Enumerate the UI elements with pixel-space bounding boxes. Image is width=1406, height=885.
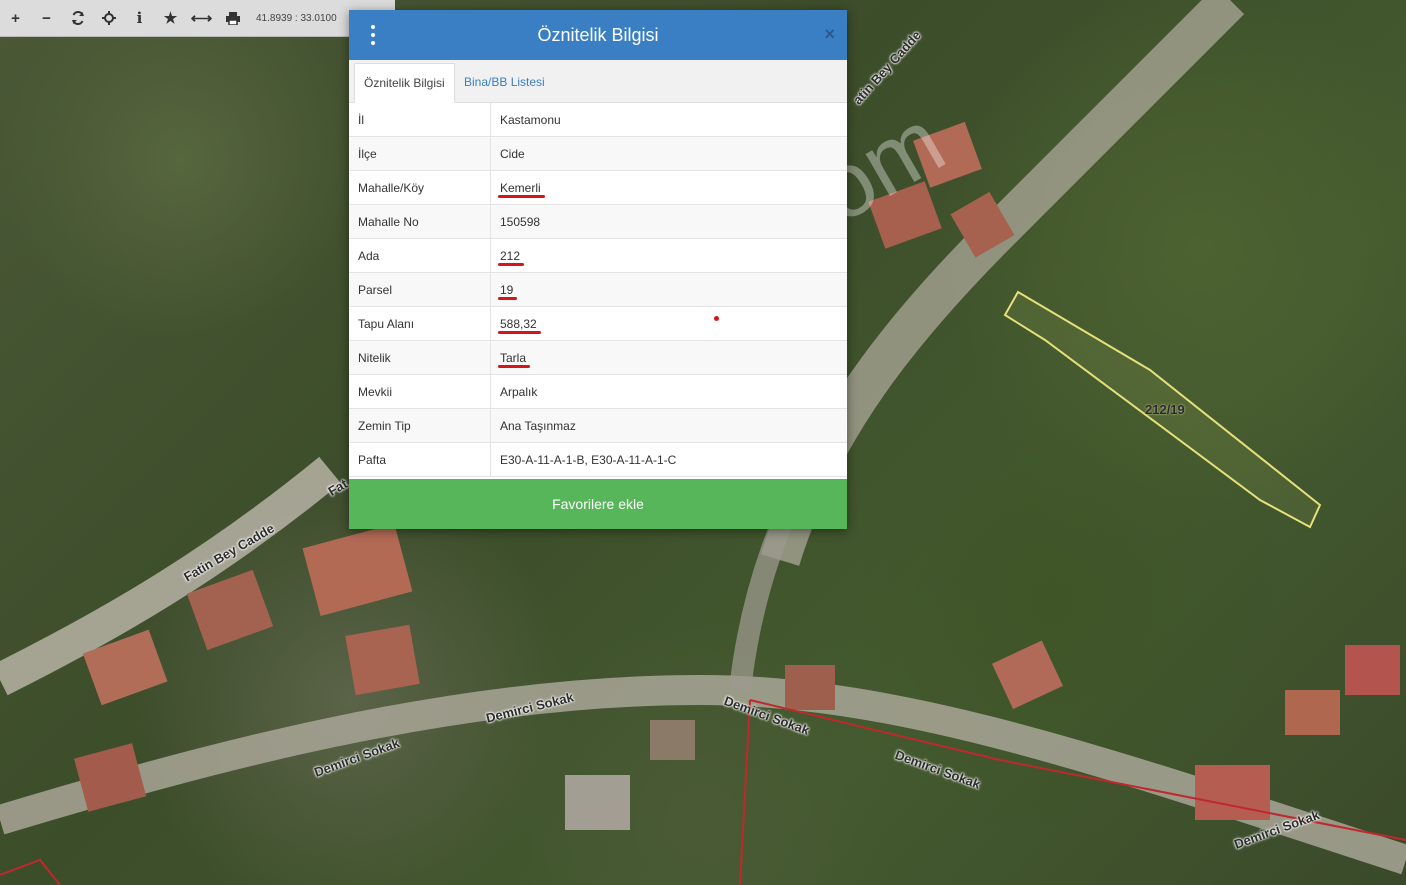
refresh-icon — [71, 11, 84, 25]
attribute-value-cell: Ana Taşınmaz — [490, 408, 847, 443]
zoom-out-button[interactable]: − — [31, 0, 62, 36]
attribute-value: 588,32 — [500, 316, 537, 331]
attribute-key: Mahalle/Köy — [349, 170, 491, 205]
info-icon: i — [136, 9, 143, 27]
attribute-key: Nitelik — [349, 340, 491, 375]
attribute-value-cell: Kemerli — [490, 170, 847, 205]
attribute-value-cell: Kastamonu — [490, 103, 847, 137]
parcel-label[interactable]: 212/19 — [1145, 402, 1185, 417]
table-row: İlçe Cide — [349, 136, 847, 171]
dialog-header: Öznitelik Bilgisi × — [349, 10, 847, 60]
table-row: Pafta E30-A-11-A-1-B, E30-A-11-A-1-C — [349, 442, 847, 477]
red-underline-mark — [498, 263, 524, 266]
table-row: Mahalle/Köy Kemerli — [349, 170, 847, 205]
coordinate-readout: 41.8939 : 33.0100 — [256, 12, 337, 24]
menu-kebab-icon[interactable] — [369, 25, 377, 45]
attribute-key: Zemin Tip — [349, 408, 491, 443]
attribute-value: Arpalık — [500, 384, 538, 399]
table-row: Tapu Alanı 588,32 — [349, 306, 847, 341]
red-underline-mark — [498, 297, 517, 300]
table-row: Mevkii Arpalık — [349, 374, 847, 409]
star-icon: ★ — [163, 10, 178, 27]
favorite-button[interactable]: ★ — [155, 0, 186, 36]
attribute-value: 150598 — [500, 214, 541, 229]
attribute-key: Parsel — [349, 272, 491, 307]
attribute-value: Kastamonu — [500, 112, 561, 127]
attribute-value-cell: Cide — [490, 136, 847, 171]
map-toolbar: + − i ★ ⟷ 41.8939 : 33.0100 — [0, 0, 395, 37]
attribute-value: 212 — [500, 248, 521, 263]
attribute-value: E30-A-11-A-1-B, E30-A-11-A-1-C — [500, 452, 677, 467]
attribute-key: İlçe — [349, 136, 491, 171]
print-button[interactable] — [217, 0, 248, 36]
attribute-info-dialog: Öznitelik Bilgisi × Öznitelik Bilgisi Bi… — [349, 10, 847, 529]
zoom-in-button[interactable]: + — [0, 0, 31, 36]
red-underline-mark — [498, 331, 541, 334]
info-button[interactable]: i — [124, 0, 155, 36]
attribute-value: Cide — [500, 146, 525, 161]
attribute-value-cell: 150598 — [490, 204, 847, 239]
attribute-key: Mevkii — [349, 374, 491, 409]
minus-icon: − — [42, 9, 51, 27]
attribute-key: Ada — [349, 238, 491, 273]
tab-building-list[interactable]: Bina/BB Listesi — [455, 63, 554, 101]
attribute-value-cell: 212 — [490, 238, 847, 273]
attribute-value-cell: 588,32 — [490, 306, 847, 341]
table-row: Zemin Tip Ana Taşınmaz — [349, 408, 847, 443]
attribute-key: Mahalle No — [349, 204, 491, 239]
table-row: İl Kastamonu — [349, 103, 847, 137]
table-row: Ada 212 — [349, 238, 847, 273]
red-underline-mark — [498, 195, 545, 198]
red-underline-mark — [498, 365, 530, 368]
attribute-value-cell: 19 — [490, 272, 847, 307]
measure-button[interactable]: ⟷ — [186, 0, 217, 36]
attribute-table: İl Kastamonu İlçe Cide Mahalle/Köy Kemerli Mah… — [349, 103, 847, 477]
table-row: Nitelik Tarla — [349, 340, 847, 375]
crosshair-icon — [101, 11, 116, 25]
attribute-value: Tarla — [500, 350, 527, 365]
add-to-favorites-button[interactable]: Favorilere ekle — [349, 479, 847, 529]
table-row: Parsel 19 — [349, 272, 847, 307]
table-row: Mahalle No 150598 — [349, 204, 847, 239]
plus-icon: + — [11, 9, 20, 27]
printer-icon — [225, 11, 240, 25]
tab-attribute-info[interactable]: Öznitelik Bilgisi — [354, 63, 455, 103]
attribute-key: Pafta — [349, 442, 491, 477]
dialog-tabs: Öznitelik Bilgisi Bina/BB Listesi — [349, 60, 847, 103]
attribute-value-cell: Tarla — [490, 340, 847, 375]
attribute-key: İl — [349, 103, 491, 137]
crosshair-button[interactable] — [93, 0, 124, 36]
arrows-horizontal-icon: ⟷ — [190, 10, 213, 27]
close-icon[interactable]: × — [824, 24, 835, 45]
attribute-key: Tapu Alanı — [349, 306, 491, 341]
refresh-button[interactable] — [62, 0, 93, 36]
attribute-value: Kemerli — [500, 180, 541, 195]
attribute-value-cell: E30-A-11-A-1-B, E30-A-11-A-1-C — [490, 442, 847, 477]
red-dot-marker — [714, 316, 719, 321]
attribute-value: 19 — [500, 282, 514, 297]
attribute-value: Ana Taşınmaz — [500, 418, 576, 433]
dialog-title: Öznitelik Bilgisi — [537, 24, 659, 45]
attribute-value-cell: Arpalık — [490, 374, 847, 409]
